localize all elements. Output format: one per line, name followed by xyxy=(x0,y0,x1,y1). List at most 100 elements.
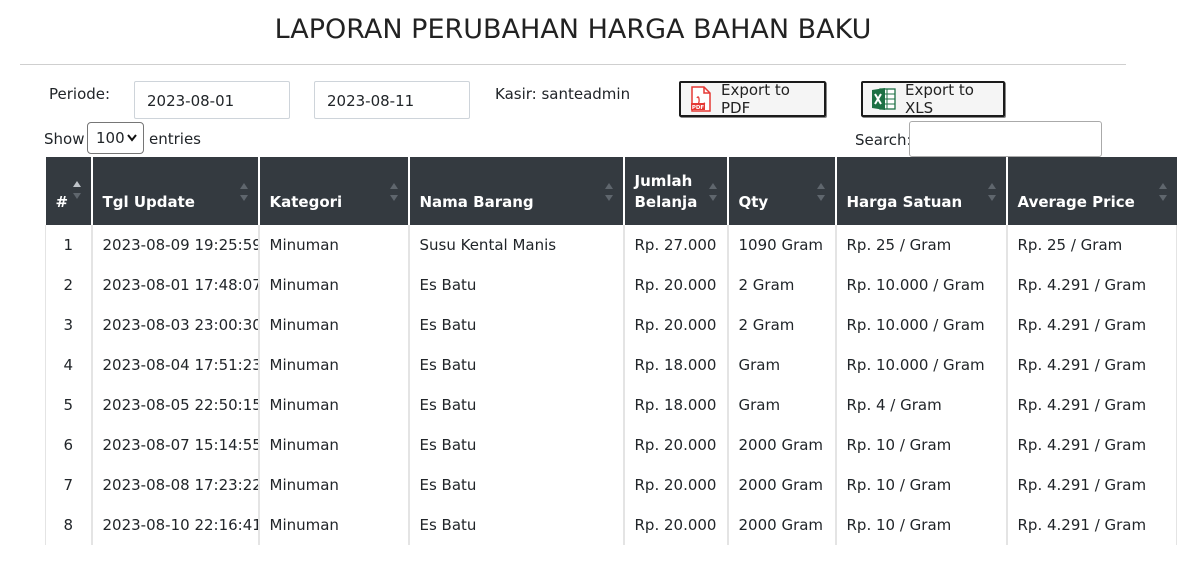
sort-icon xyxy=(239,183,248,201)
sort-icon xyxy=(987,183,996,201)
cell-jumlah-belanja: Rp. 20.000 xyxy=(623,505,729,545)
periode-label: Periode: xyxy=(49,85,111,103)
cell-nama-barang: Es Batu xyxy=(408,385,625,425)
cell-tgl-update: 2023-08-05 22:50:15 xyxy=(91,385,260,425)
date-from-input[interactable]: 2023-08-01 xyxy=(134,81,290,119)
table-row: 4 2023-08-04 17:51:23 Minuman Es Batu Rp. 18… xyxy=(45,345,1177,385)
price-change-table: # Tgl Update Kategori Nama Barang Jumlah… xyxy=(45,157,1177,545)
cell-jumlah-belanja: Rp. 27.000 xyxy=(623,225,729,265)
cell-kategori: Minuman xyxy=(258,265,410,305)
export-xls-button[interactable]: Export to XLS xyxy=(861,81,1005,117)
cell-tgl-update: 2023-08-10 22:16:41 xyxy=(91,505,260,545)
cell-harga-satuan: Rp. 4 / Gram xyxy=(835,385,1008,425)
cell-qty: 2 Gram xyxy=(727,305,837,345)
table-row: 8 2023-08-10 22:16:41 Minuman Es Batu Rp. 20… xyxy=(45,505,1177,545)
search-input[interactable] xyxy=(909,121,1102,157)
sort-icon xyxy=(72,181,81,199)
cell-tgl-update: 2023-08-04 17:51:23 xyxy=(91,345,260,385)
cell-jumlah-belanja: Rp. 20.000 xyxy=(623,265,729,305)
cell-nama-barang: Es Batu xyxy=(408,465,625,505)
excel-file-icon xyxy=(871,86,897,112)
entries-select-value: 100 xyxy=(96,129,125,147)
cell-number: 2 xyxy=(45,265,93,305)
cell-number: 7 xyxy=(45,465,93,505)
cell-harga-satuan: Rp. 10 / Gram xyxy=(835,505,1008,545)
cell-harga-satuan: Rp. 10 / Gram xyxy=(835,425,1008,465)
export-pdf-button[interactable]: PDF Export to PDF xyxy=(679,81,826,117)
cell-kategori: Minuman xyxy=(258,505,410,545)
pdf-file-icon: PDF xyxy=(689,86,713,112)
cell-kategori: Minuman xyxy=(258,345,410,385)
table-row: 6 2023-08-07 15:14:55 Minuman Es Batu Rp. 20… xyxy=(45,425,1177,465)
table-row: 2 2023-08-01 17:48:07 Minuman Es Batu Rp. 20… xyxy=(45,265,1177,305)
cell-nama-barang: Es Batu xyxy=(408,345,625,385)
sort-icon xyxy=(389,183,398,201)
cell-nama-barang: Es Batu xyxy=(408,425,625,465)
column-header-harga-satuan[interactable]: Harga Satuan xyxy=(835,157,1008,225)
cell-harga-satuan: Rp. 10.000 / Gram xyxy=(835,265,1008,305)
chevron-down-icon xyxy=(127,134,137,142)
cell-jumlah-belanja: Rp. 18.000 xyxy=(623,385,729,425)
date-to-input[interactable]: 2023-08-11 xyxy=(314,81,470,119)
cell-tgl-update: 2023-08-03 23:00:30 xyxy=(91,305,260,345)
table-row: 5 2023-08-05 22:50:15 Minuman Es Batu Rp. 18… xyxy=(45,385,1177,425)
column-header-number[interactable]: # xyxy=(45,157,93,225)
cell-jumlah-belanja: Rp. 20.000 xyxy=(623,465,729,505)
cell-average-price: Rp. 4.291 / Gram xyxy=(1006,305,1177,345)
page-title: LAPORAN PERUBAHAN HARGA BAHAN BAKU xyxy=(274,14,872,45)
entries-label: entries xyxy=(149,130,201,148)
cell-qty: 2000 Gram xyxy=(727,505,837,545)
cell-kategori: Minuman xyxy=(258,305,410,345)
cell-kategori: Minuman xyxy=(258,425,410,465)
title-divider xyxy=(20,64,1126,65)
column-header-qty[interactable]: Qty xyxy=(727,157,837,225)
column-header-kategori[interactable]: Kategori xyxy=(258,157,410,225)
cell-kategori: Minuman xyxy=(258,465,410,505)
cell-qty: Gram xyxy=(727,345,837,385)
column-header-jumlah-belanja[interactable]: Jumlah Belanja xyxy=(623,157,729,225)
cell-average-price: Rp. 4.291 / Gram xyxy=(1006,345,1177,385)
column-header-tgl-update[interactable]: Tgl Update xyxy=(91,157,260,225)
column-header-nama-barang[interactable]: Nama Barang xyxy=(408,157,625,225)
cell-jumlah-belanja: Rp. 20.000 xyxy=(623,305,729,345)
cell-tgl-update: 2023-08-07 15:14:55 xyxy=(91,425,260,465)
cell-harga-satuan: Rp. 10.000 / Gram xyxy=(835,305,1008,345)
cell-kategori: Minuman xyxy=(258,225,410,265)
entries-select[interactable]: 100 xyxy=(87,122,144,154)
cell-jumlah-belanja: Rp. 18.000 xyxy=(623,345,729,385)
cell-average-price: Rp. 4.291 / Gram xyxy=(1006,385,1177,425)
sort-icon xyxy=(708,183,717,201)
cell-tgl-update: 2023-08-01 17:48:07 xyxy=(91,265,260,305)
cell-qty: 2 Gram xyxy=(727,265,837,305)
cell-harga-satuan: Rp. 10.000 / Gram xyxy=(835,345,1008,385)
table-row: 1 2023-08-09 19:25:59 Minuman Susu Kental M… xyxy=(45,225,1177,265)
cell-number: 6 xyxy=(45,425,93,465)
table-row: 7 2023-08-08 17:23:22 Minuman Es Batu Rp. 20… xyxy=(45,465,1177,505)
svg-text:PDF: PDF xyxy=(692,105,705,111)
cell-qty: 1090 Gram xyxy=(727,225,837,265)
cell-average-price: Rp. 4.291 / Gram xyxy=(1006,465,1177,505)
cell-qty: 2000 Gram xyxy=(727,425,837,465)
cell-jumlah-belanja: Rp. 20.000 xyxy=(623,425,729,465)
column-header-average-price[interactable]: Average Price xyxy=(1006,157,1177,225)
cell-number: 8 xyxy=(45,505,93,545)
cell-average-price: Rp. 4.291 / Gram xyxy=(1006,505,1177,545)
cell-tgl-update: 2023-08-09 19:25:59 xyxy=(91,225,260,265)
cell-average-price: Rp. 4.291 / Gram xyxy=(1006,265,1177,305)
cell-average-price: Rp. 4.291 / Gram xyxy=(1006,425,1177,465)
cell-average-price: Rp. 25 / Gram xyxy=(1006,225,1177,265)
show-label: Show xyxy=(44,130,85,148)
cell-number: 3 xyxy=(45,305,93,345)
cell-tgl-update: 2023-08-08 17:23:22 xyxy=(91,465,260,505)
cell-number: 4 xyxy=(45,345,93,385)
table-header-row: # Tgl Update Kategori Nama Barang Jumlah… xyxy=(45,157,1177,225)
sort-icon xyxy=(604,183,613,201)
cell-kategori: Minuman xyxy=(258,385,410,425)
cell-qty: 2000 Gram xyxy=(727,465,837,505)
sort-icon xyxy=(816,183,825,201)
cell-nama-barang: Susu Kental Manis xyxy=(408,225,625,265)
cell-harga-satuan: Rp. 10 / Gram xyxy=(835,465,1008,505)
sort-icon xyxy=(1158,183,1167,201)
cell-qty: Gram xyxy=(727,385,837,425)
export-pdf-label: Export to PDF xyxy=(721,81,790,117)
